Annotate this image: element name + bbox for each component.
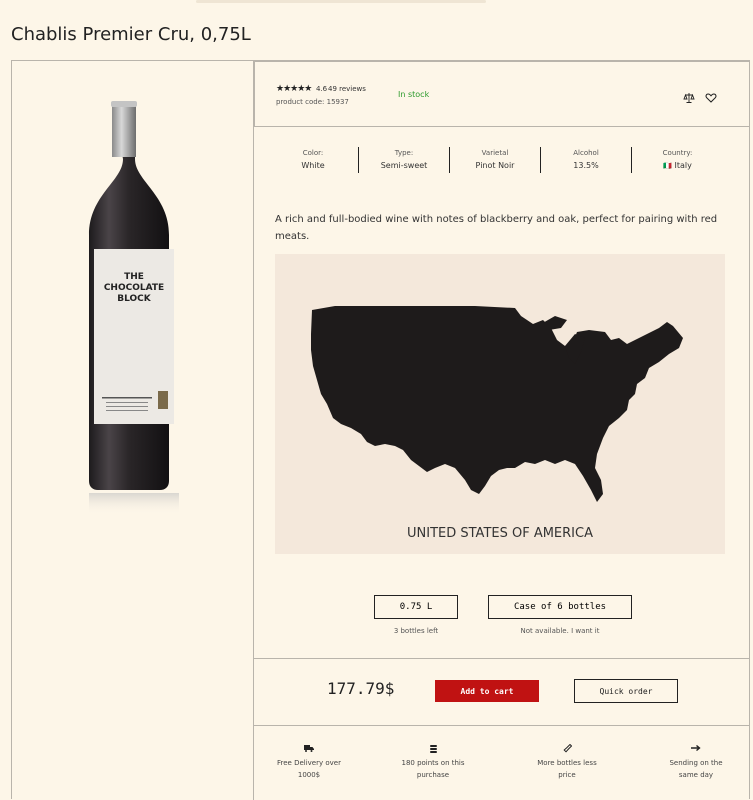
feature-free-delivery: Free Delivery over 1000$ <box>264 744 354 781</box>
attribute-label: Color: <box>302 149 324 157</box>
wishlist-heart-icon[interactable] <box>705 89 717 103</box>
map-country-label: UNITED STATES OF AMERICA <box>407 526 593 541</box>
attribute-value: 13.5% <box>573 161 599 170</box>
attribute-color: Color: White <box>268 147 359 173</box>
quick-order-button[interactable]: Quick order <box>574 679 678 703</box>
size-option-bottle[interactable]: 0.75 L <box>374 595 458 619</box>
attribute-type: Type: Semi-sweet <box>359 147 450 173</box>
attribute-label: Alcohol <box>573 149 599 157</box>
bottle-label-line3: BLOCK <box>117 294 152 304</box>
rating-value: 4.6 <box>316 85 328 93</box>
italy-flag-icon: 🇮🇹 <box>663 162 672 170</box>
rating-stars: ★★★★★ <box>276 84 312 94</box>
coins-icon <box>388 744 478 756</box>
feature-text: More bottles less <box>537 759 597 767</box>
product-image-panel: THE CHOCOLATE BLOCK <box>12 61 254 800</box>
size-option-bottle-note: 3 bottles left <box>393 627 439 635</box>
bottle-label-line1: THE <box>124 272 144 282</box>
bottle-icon <box>522 744 612 756</box>
add-to-cart-button[interactable]: Add to cart <box>435 680 539 702</box>
price: 177.79$ <box>327 679 395 698</box>
top-scroll-indicator <box>196 0 486 3</box>
feature-points: 180 points on this purchase <box>388 744 478 781</box>
bottle-label-line2: CHOCOLATE <box>104 283 164 293</box>
attribute-alcohol: Alcohol 13.5% <box>541 147 632 173</box>
attribute-label: Type: <box>394 149 414 157</box>
feature-text: purchase <box>416 771 450 779</box>
feature-text: same day <box>678 771 714 779</box>
attribute-label: Varietal <box>481 149 509 157</box>
country-name: Italy <box>674 161 692 170</box>
origin-map: UNITED STATES OF AMERICA <box>275 254 725 554</box>
product-details-panel: ★★★★★ 4.6 49 reviews product code: 15937… <box>254 61 750 800</box>
truck-icon <box>264 744 354 756</box>
attribute-label: Country: <box>662 149 693 157</box>
feature-text: price <box>558 771 576 779</box>
features-row: Free Delivery over 1000$ 180 points on th… <box>254 741 750 800</box>
attribute-value: Semi-sweet <box>380 161 428 170</box>
feature-text: Sending on the <box>669 759 723 767</box>
arrow-right-icon <box>651 744 741 756</box>
product-description: A rich and full-bodied wine with notes o… <box>275 214 718 242</box>
attribute-value: White <box>301 161 325 170</box>
feature-text: 180 points on this <box>401 759 465 767</box>
feature-same-day: Sending on the same day <box>651 744 741 781</box>
reviews-link[interactable]: 49 reviews <box>328 85 366 93</box>
product-header: ★★★★★ 4.6 49 reviews product code: 15937… <box>254 61 750 127</box>
purchase-row: 177.79$ Add to cart Quick order <box>254 658 750 726</box>
product-attributes: Color: White Type: Semi-sweet Varietal P… <box>268 147 738 173</box>
feature-text: 1000$ <box>297 771 321 779</box>
usa-map-shape <box>311 306 683 502</box>
attribute-country: Country: 🇮🇹 Italy <box>632 147 723 173</box>
attribute-value: Pinot Noir <box>475 161 515 170</box>
compare-icon[interactable] <box>683 89 695 103</box>
attribute-varietal: Varietal Pinot Noir <box>450 147 541 173</box>
product-image: THE CHOCOLATE BLOCK <box>86 101 182 516</box>
size-option-case-note[interactable]: Not available. I want it <box>488 627 632 635</box>
product-card: THE CHOCOLATE BLOCK ★★★★★ 4.6 49 reviews… <box>11 60 750 800</box>
feature-text: Free Delivery over <box>277 759 341 767</box>
product-code: product code: 15937 <box>276 98 349 106</box>
stock-status: In stock <box>398 90 430 99</box>
size-option-case[interactable]: Case of 6 bottles <box>488 595 632 619</box>
feature-bulk-discount: More bottles less price <box>522 744 612 781</box>
attribute-value: 🇮🇹 Italy <box>632 161 723 170</box>
page-title: Chablis Premier Cru, 0,75L <box>11 24 251 45</box>
